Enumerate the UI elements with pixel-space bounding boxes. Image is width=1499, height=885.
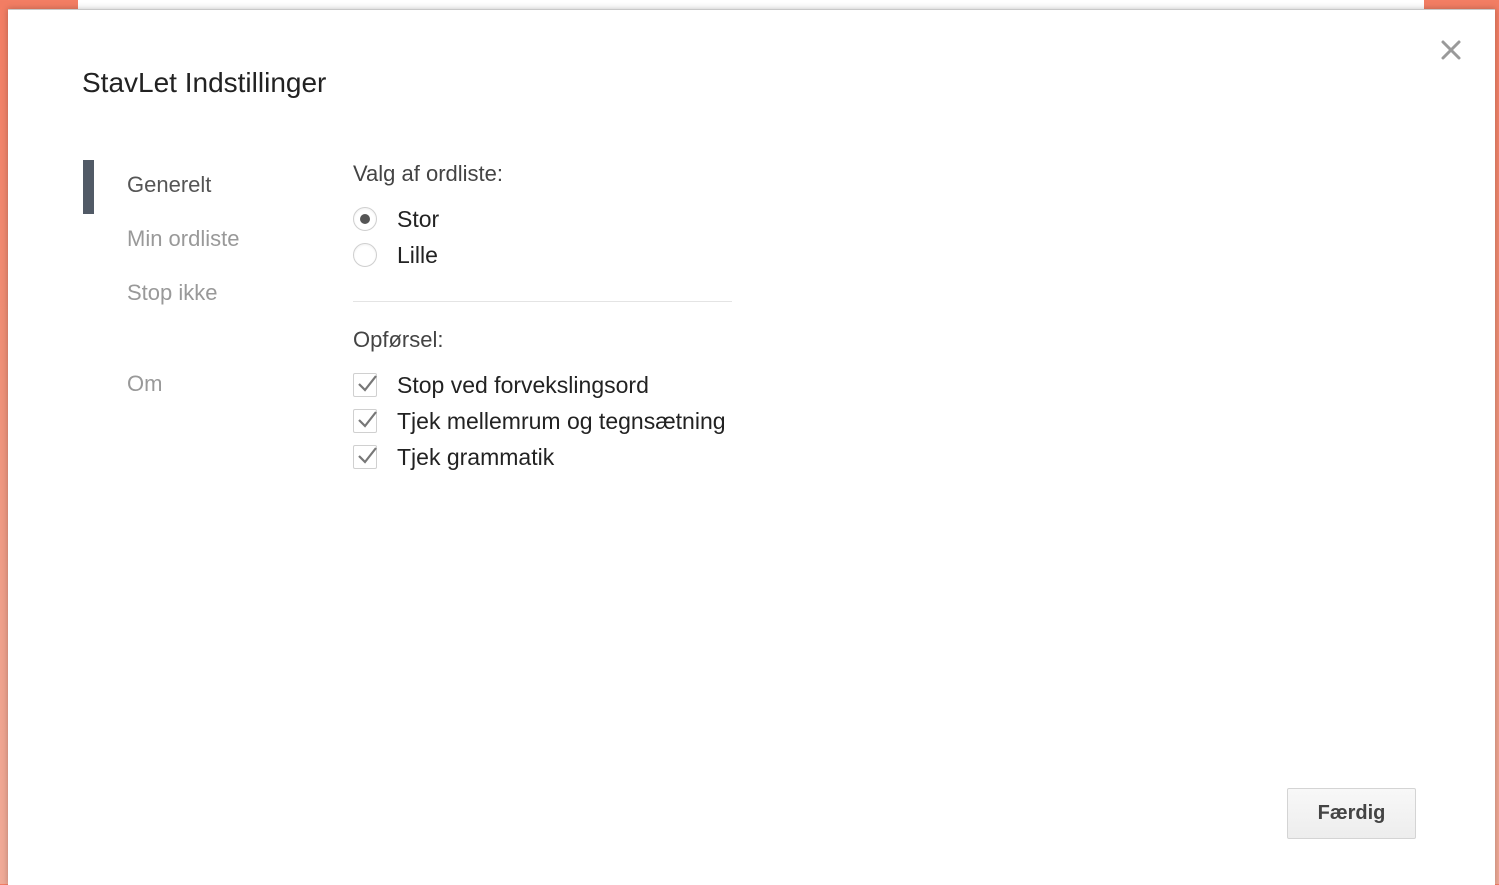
dictionary-heading: Valg af ordliste: — [353, 161, 504, 186]
checkbox-option-grammatik[interactable]: Tjek grammatik — [353, 442, 554, 472]
nav-item-generelt[interactable]: Generelt — [127, 172, 211, 198]
radio-selected-dot — [360, 214, 370, 224]
settings-dialog: StavLet Indstillinger Generelt Min ordli… — [8, 9, 1495, 885]
close-icon — [1441, 40, 1461, 60]
checkbox-grammatik[interactable] — [353, 445, 377, 469]
done-button[interactable]: Færdig — [1287, 788, 1416, 839]
dialog-title: StavLet Indstillinger — [82, 67, 327, 98]
nav-active-indicator — [83, 160, 94, 214]
close-button[interactable] — [1438, 36, 1464, 64]
checkbox-label-grammatik: Tjek grammatik — [397, 443, 555, 470]
radio-button-stor[interactable] — [353, 207, 377, 231]
radio-option-stor[interactable]: Stor — [353, 204, 439, 234]
radio-button-lille[interactable] — [353, 243, 377, 267]
checkbox-option-forvekslingsord[interactable]: Stop ved forvekslingsord — [353, 370, 649, 400]
nav-item-stop-ikke[interactable]: Stop ikke — [127, 280, 218, 306]
section-divider — [353, 301, 732, 302]
radio-label-stor: Stor — [397, 205, 440, 232]
nav-item-om[interactable]: Om — [127, 371, 162, 397]
behavior-heading: Opførsel: — [353, 327, 444, 352]
checkbox-option-mellemrum[interactable]: Tjek mellemrum og tegnsætning — [353, 406, 726, 436]
checkmark-icon — [358, 411, 377, 428]
checkmark-icon — [358, 375, 377, 392]
checkbox-mellemrum[interactable] — [353, 409, 377, 433]
radio-option-lille[interactable]: Lille — [353, 240, 438, 270]
checkbox-label-mellemrum: Tjek mellemrum og tegnsætning — [397, 407, 726, 434]
checkbox-forvekslingsord[interactable] — [353, 373, 377, 397]
checkmark-icon — [358, 447, 377, 464]
radio-label-lille: Lille — [397, 241, 438, 268]
nav-item-min-ordliste[interactable]: Min ordliste — [127, 226, 239, 252]
background-window-strip — [78, 0, 1424, 9]
checkbox-label-forvekslingsord: Stop ved forvekslingsord — [397, 371, 649, 398]
